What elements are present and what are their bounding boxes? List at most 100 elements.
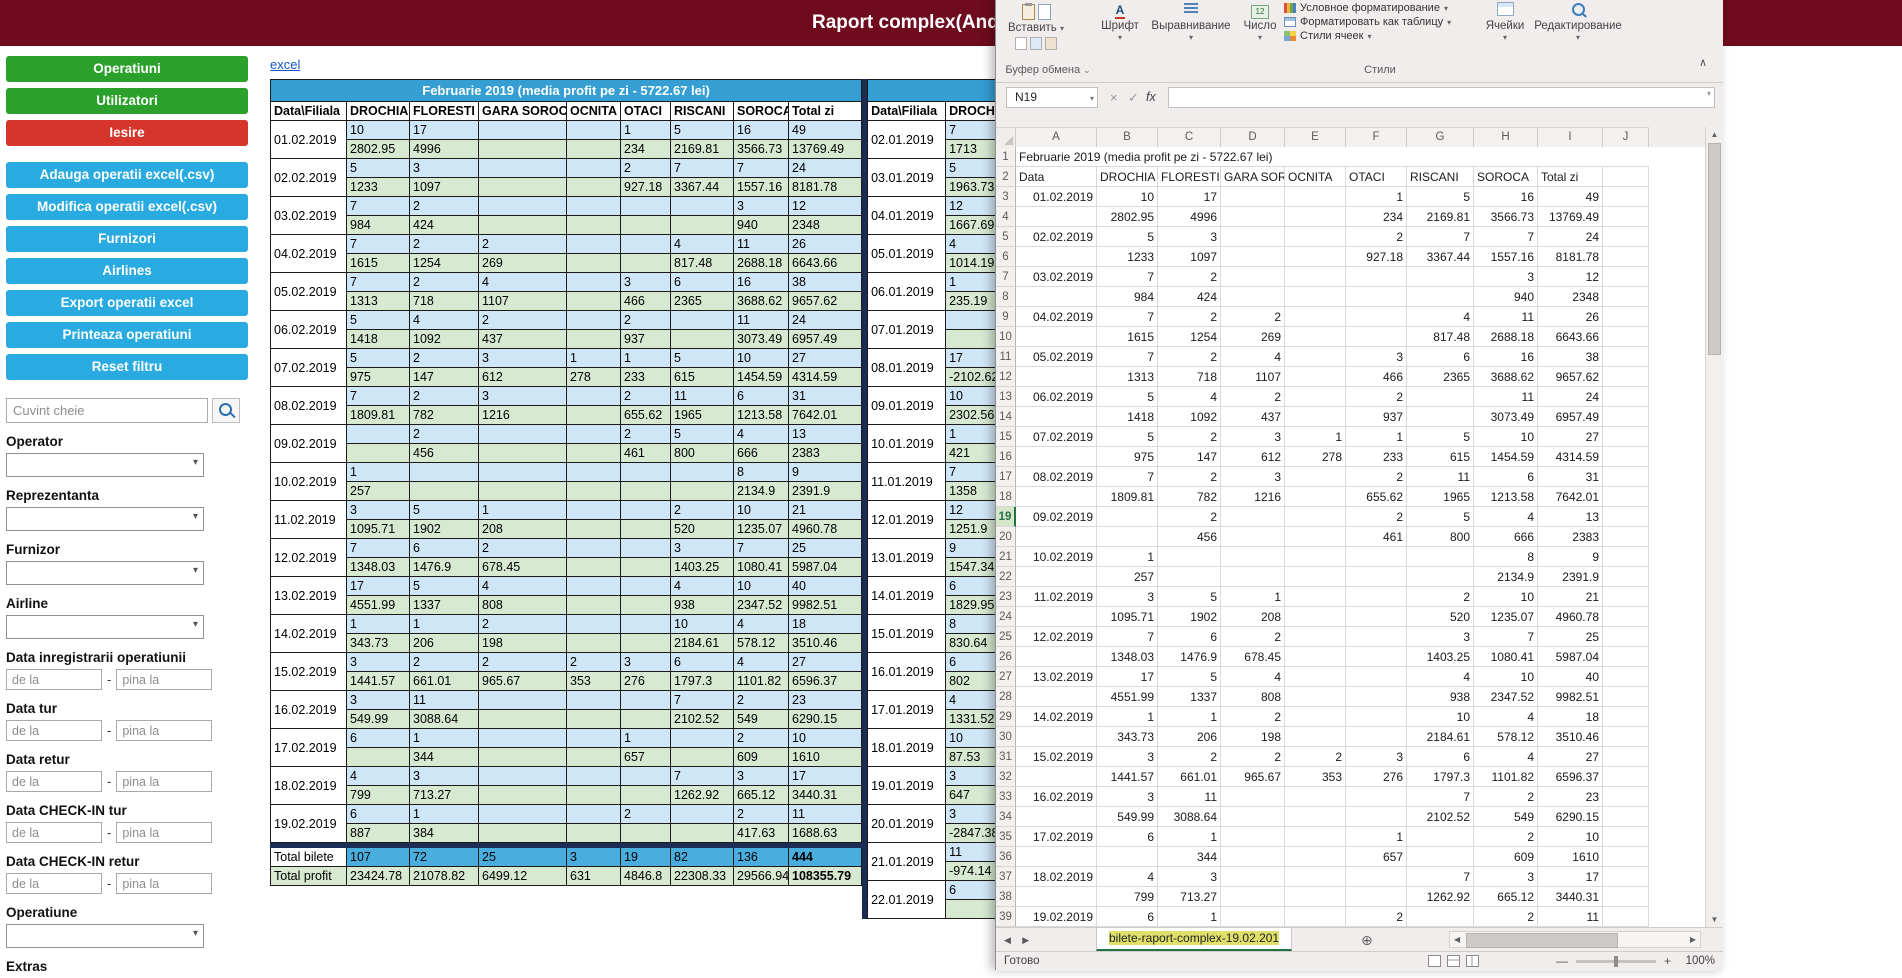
grid-cell[interactable]: 927.18 [1346, 247, 1407, 267]
grid-cell[interactable]: 3 [1346, 347, 1407, 367]
grid-cell[interactable] [1346, 587, 1407, 607]
grid-cell[interactable]: 5 [1097, 427, 1158, 447]
grid-cell[interactable] [1285, 847, 1346, 867]
grid-cell[interactable]: OTACI [1346, 167, 1407, 187]
grid-cell[interactable] [1346, 707, 1407, 727]
grid-cell[interactable]: 678.45 [1221, 647, 1285, 667]
grid-cell[interactable] [1221, 787, 1285, 807]
grid-cell[interactable]: 9 [1538, 547, 1603, 567]
sidebar-button-reset-filtru[interactable]: Reset filtru [6, 354, 248, 380]
grid-cell[interactable]: 06.02.2019 [1016, 387, 1097, 407]
grid-cell[interactable] [1603, 167, 1649, 187]
grid-cell[interactable] [1346, 287, 1407, 307]
row-header-19[interactable]: 19 [996, 507, 1016, 527]
column-header-A[interactable]: A [1016, 128, 1097, 147]
grid-cell[interactable] [1407, 267, 1474, 287]
grid-cell[interactable]: 1 [1346, 827, 1407, 847]
grid-cell[interactable]: 2688.18 [1474, 327, 1538, 347]
grid-cell[interactable] [1603, 547, 1649, 567]
grid-cell[interactable]: 6 [1407, 347, 1474, 367]
grid-cell[interactable]: 2 [1221, 627, 1285, 647]
grid-cell[interactable]: 7 [1407, 787, 1474, 807]
grid-cell[interactable] [1016, 207, 1097, 227]
grid-cell[interactable]: 4 [1407, 307, 1474, 327]
row-header-32[interactable]: 32 [996, 767, 1016, 787]
grid-cell[interactable] [1221, 547, 1285, 567]
column-header-J[interactable]: J [1603, 128, 1649, 147]
grid-cell[interactable] [1285, 547, 1346, 567]
grid-cell[interactable] [1603, 867, 1649, 887]
grid-cell[interactable]: 3088.64 [1158, 807, 1221, 827]
grid-cell[interactable]: 6 [1097, 827, 1158, 847]
grid-cell[interactable]: OCNITA [1285, 167, 1346, 187]
grid-cell[interactable]: 6 [1158, 627, 1221, 647]
row-header-11[interactable]: 11 [996, 347, 1016, 367]
row-header-10[interactable]: 10 [996, 327, 1016, 347]
grid-cell[interactable]: 16 [1474, 187, 1538, 207]
row-header-2[interactable]: 2 [996, 167, 1016, 187]
grid-cell[interactable]: 147 [1158, 447, 1221, 467]
scroll-down-icon[interactable]: ▼ [1706, 915, 1723, 924]
grid-cell[interactable]: 257 [1097, 567, 1158, 587]
grid-cell[interactable] [1346, 727, 1407, 747]
grid-cell[interactable] [1285, 507, 1346, 527]
grid-cell[interactable]: 3 [1474, 867, 1538, 887]
grid-cell[interactable] [1603, 527, 1649, 547]
grid-cell[interactable]: 984 [1097, 287, 1158, 307]
grid-cell[interactable] [1346, 607, 1407, 627]
grid-cell[interactable]: 713.27 [1158, 887, 1221, 907]
grid-cell[interactable]: 6290.15 [1538, 807, 1603, 827]
grid-cell[interactable]: 549 [1474, 807, 1538, 827]
grid-cell[interactable] [1016, 607, 1097, 627]
grid-cell[interactable]: 206 [1158, 727, 1221, 747]
grid-cell[interactable] [1221, 247, 1285, 267]
grid-cell[interactable]: 269 [1221, 327, 1285, 347]
grid-cell[interactable]: 3 [1158, 227, 1221, 247]
grid-cell[interactable] [1407, 827, 1474, 847]
date-to-input[interactable] [116, 669, 212, 690]
row-header-17[interactable]: 17 [996, 467, 1016, 487]
row-header-35[interactable]: 35 [996, 827, 1016, 847]
grid-cell[interactable] [1603, 507, 1649, 527]
grid-cell[interactable]: 665.12 [1474, 887, 1538, 907]
grid-cell[interactable] [1221, 507, 1285, 527]
grid-cell[interactable] [1158, 547, 1221, 567]
grid-cell[interactable] [1603, 627, 1649, 647]
grid-cell[interactable] [1285, 207, 1346, 227]
grid-cell[interactable] [1285, 587, 1346, 607]
excel-export-link[interactable]: excel [270, 57, 300, 72]
enter-icon[interactable]: ✓ [1128, 87, 1139, 108]
grid-cell[interactable]: 3 [1097, 587, 1158, 607]
grid-cell[interactable]: 4 [1474, 707, 1538, 727]
grid-cell[interactable] [1285, 307, 1346, 327]
grid-cell[interactable] [1285, 887, 1346, 907]
grid-cell[interactable]: 278 [1285, 447, 1346, 467]
row-header-4[interactable]: 4 [996, 207, 1016, 227]
grid-cell[interactable] [1221, 567, 1285, 587]
grid-cell[interactable]: 782 [1158, 487, 1221, 507]
grid-cell[interactable] [1016, 367, 1097, 387]
grid-cell[interactable]: 2391.9 [1538, 567, 1603, 587]
sidebar-button-adauga-operatii-excel-csv[interactable]: Adauga operatii excel(.csv) [6, 162, 248, 188]
grid-cell[interactable] [1221, 227, 1285, 247]
row-header-3[interactable]: 3 [996, 187, 1016, 207]
grid-cell[interactable]: 4 [1474, 507, 1538, 527]
grid-cell[interactable]: 1313 [1097, 367, 1158, 387]
grid-cell[interactable] [1285, 367, 1346, 387]
grid-cell[interactable]: 23 [1538, 787, 1603, 807]
row-header-21[interactable]: 21 [996, 547, 1016, 567]
grid-cell[interactable]: 4 [1221, 347, 1285, 367]
grid-cell[interactable] [1016, 647, 1097, 667]
grid-cell[interactable] [1346, 887, 1407, 907]
grid-cell[interactable]: 2 [1158, 427, 1221, 447]
row-header-34[interactable]: 34 [996, 807, 1016, 827]
grid-cell[interactable]: 7 [1407, 227, 1474, 247]
cell-styles-button[interactable]: Стили ячеек ▾ [1284, 29, 1476, 43]
grid-cell[interactable]: 2 [1346, 507, 1407, 527]
grid-cell[interactable]: 19.02.2019 [1016, 907, 1097, 927]
grid-cell[interactable]: 4551.99 [1097, 687, 1158, 707]
grid-cell[interactable]: 7642.01 [1538, 487, 1603, 507]
scroll-up-icon[interactable]: ▲ [1706, 130, 1723, 139]
grid-cell[interactable]: 437 [1221, 407, 1285, 427]
grid-cell[interactable]: Total zi [1538, 167, 1603, 187]
